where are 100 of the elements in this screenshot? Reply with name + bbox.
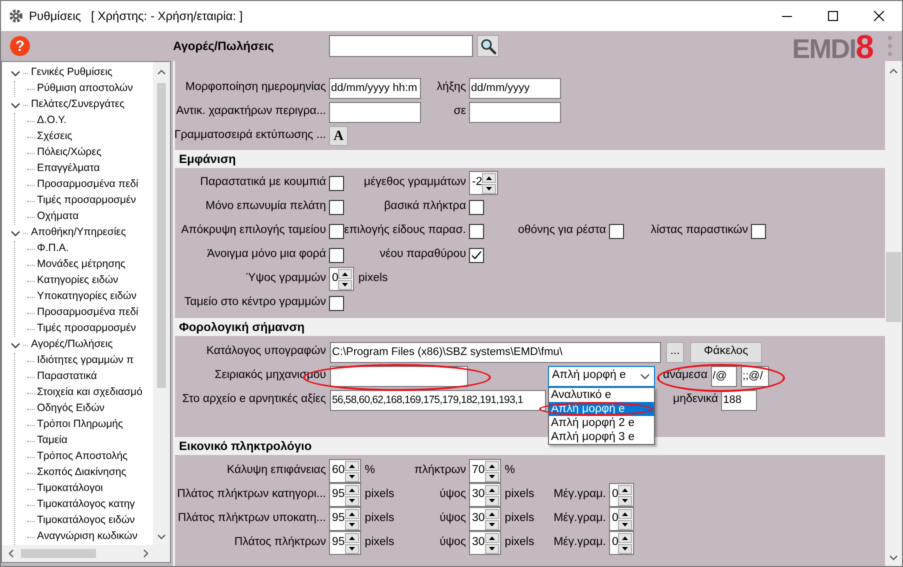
tree-item[interactable]: Προσαρμοσμένα πεδί (37, 177, 138, 193)
tree-item[interactable]: Οχήματα (37, 209, 79, 225)
spin-up-button[interactable] (618, 532, 632, 542)
scroll-left-icon[interactable] (7, 549, 16, 558)
spin-down-button[interactable] (482, 184, 496, 194)
input-field[interactable]: /@ (710, 366, 737, 386)
spin-down-button[interactable] (484, 544, 499, 554)
number-spinner[interactable]: 0 (609, 531, 634, 555)
font-button[interactable]: A (329, 126, 348, 146)
input-field[interactable] (469, 102, 561, 122)
number-spinner[interactable]: 30 (469, 483, 501, 507)
tree-item[interactable]: Ιδιότητες γραμμών π (37, 353, 134, 369)
scroll-up-icon[interactable] (157, 68, 166, 77)
spin-down-button[interactable] (344, 544, 359, 554)
button[interactable]: Φάκελος (690, 342, 762, 362)
tree-item[interactable]: Γενικές Ρυθμίσεις (31, 65, 112, 81)
input-field[interactable]: 56,58,60,62,168,169,175,179,182,191,193,1 (330, 390, 546, 410)
search-button[interactable] (477, 35, 499, 57)
tree-item[interactable]: Επαγγέλματα (37, 161, 100, 177)
dropdown-option[interactable]: Απλή μορφή 2 e (549, 416, 654, 430)
input-field[interactable]: C:\Program Files (x86)\SBZ systems\EMD\fmu\ (330, 342, 661, 362)
scrollbar-thumb[interactable] (157, 83, 166, 388)
spin-down-button[interactable] (344, 520, 359, 530)
input-field[interactable]: ;;@/ (740, 366, 769, 386)
spin-up-button[interactable] (484, 460, 499, 470)
tree-item[interactable]: Παραστατικά (37, 369, 97, 385)
spin-up-button[interactable] (344, 484, 359, 494)
scrollbar[interactable] (885, 61, 902, 566)
scroll-down-icon[interactable] (157, 532, 166, 541)
spin-up-button[interactable] (338, 268, 352, 278)
spin-up-button[interactable] (344, 508, 359, 518)
input-field[interactable] (329, 102, 421, 122)
spin-down-button[interactable] (484, 520, 499, 530)
tree-item[interactable]: Προσαρμοσμένα πεδί (37, 305, 138, 321)
number-spinner[interactable]: 95 (329, 531, 361, 555)
number-spinner[interactable]: 30 (469, 531, 501, 555)
number-spinner[interactable]: 0 (609, 483, 634, 507)
spin-up-button[interactable] (344, 460, 359, 470)
number-spinner[interactable]: 30 (469, 507, 501, 531)
tree-item[interactable]: Δ.Ο.Υ. (37, 113, 67, 129)
number-spinner[interactable]: 95 (329, 507, 361, 531)
tree-item[interactable]: Ρύθμιση αποστολών (37, 81, 133, 97)
tree-item[interactable]: Αναγνώριση κωδικών (37, 529, 138, 545)
scrollbar[interactable] (153, 62, 170, 545)
spin-down-button[interactable] (344, 472, 359, 482)
tree-item[interactable]: Οδηγός Ειδών (37, 401, 105, 417)
scroll-right-icon[interactable] (141, 549, 150, 558)
tree-item[interactable]: Αγορές/Πωλήσεις (31, 337, 113, 353)
number-spinner[interactable]: 60 (329, 459, 361, 483)
tree-item[interactable]: Πόλεις/Χώρες (37, 145, 102, 161)
spin-up-button[interactable] (482, 172, 496, 182)
tree-item[interactable]: Σκοπός Διακίνησης (37, 465, 126, 481)
number-spinner[interactable]: -2 (469, 171, 498, 195)
tree-item[interactable]: Σχέσεις (37, 129, 72, 145)
tree-item[interactable]: Τιμοκατάλογος ειδών (37, 513, 135, 529)
tree-item[interactable]: Τιμοκατάλογοι (37, 481, 103, 497)
scroll-up-icon[interactable] (889, 67, 898, 76)
scrollbar-thumb[interactable] (21, 549, 96, 558)
tree-item[interactable]: Τιμές προσαρμοσμέν (37, 193, 136, 209)
scrollbar[interactable] (2, 545, 170, 562)
checkbox[interactable] (469, 224, 484, 238)
spin-up-button[interactable] (344, 532, 359, 542)
scrollbar-thumb[interactable] (886, 252, 901, 322)
number-spinner[interactable]: 95 (329, 483, 361, 507)
spin-up-button[interactable] (484, 532, 499, 542)
tree-item[interactable]: Μονάδες μέτρησης (37, 257, 126, 273)
checkbox[interactable] (329, 296, 344, 310)
spin-down-button[interactable] (618, 544, 632, 554)
spin-down-button[interactable] (338, 280, 352, 290)
tree-item[interactable]: Στοιχεία και σχεδιασμό (37, 385, 142, 401)
input-field[interactable]: dd/mm/yyyy (469, 78, 561, 98)
input-field[interactable]: 188 (721, 390, 758, 410)
checkbox[interactable] (469, 248, 484, 262)
checkbox[interactable] (329, 200, 344, 214)
spin-up-button[interactable] (484, 484, 499, 494)
tree-item[interactable]: Υποκατηγορίες ειδών (37, 289, 136, 305)
number-spinner[interactable]: 0 (329, 267, 354, 291)
checkbox[interactable] (469, 200, 484, 214)
number-spinner[interactable]: 70 (469, 459, 501, 483)
checkbox[interactable] (329, 176, 344, 190)
input-field[interactable] (330, 366, 468, 386)
tree-item[interactable]: Ταμεία (37, 433, 68, 449)
tree-item[interactable]: Πελάτες/Συνεργάτες (31, 97, 125, 113)
tree-item[interactable]: Κατηγορίες ειδών (37, 273, 118, 289)
spin-up-button[interactable] (618, 508, 632, 518)
spin-down-button[interactable] (618, 520, 632, 530)
tree-item[interactable]: Αποθήκη/Υπηρεσίες (31, 225, 126, 241)
spin-down-button[interactable] (484, 472, 499, 482)
number-spinner[interactable]: 0 (609, 507, 634, 531)
input-field[interactable]: dd/mm/yyyy hh:m (329, 78, 421, 98)
checkbox[interactable] (329, 248, 344, 262)
tree-item[interactable]: Τρόποι Πληρωμής (37, 417, 124, 433)
checkbox[interactable] (751, 224, 766, 238)
tree-item[interactable]: Τρόπος Αποστολής (37, 449, 128, 465)
scroll-down-icon[interactable] (889, 553, 898, 562)
search-field[interactable] (329, 35, 473, 57)
tree-item[interactable]: Φ.Π.Α. (37, 241, 69, 257)
help-button[interactable]: ? (10, 36, 30, 56)
dropdown-option[interactable]: Αναλυτικό e (549, 388, 654, 402)
tree-item[interactable]: Τιμές προσαρμοσμέν (37, 321, 136, 337)
